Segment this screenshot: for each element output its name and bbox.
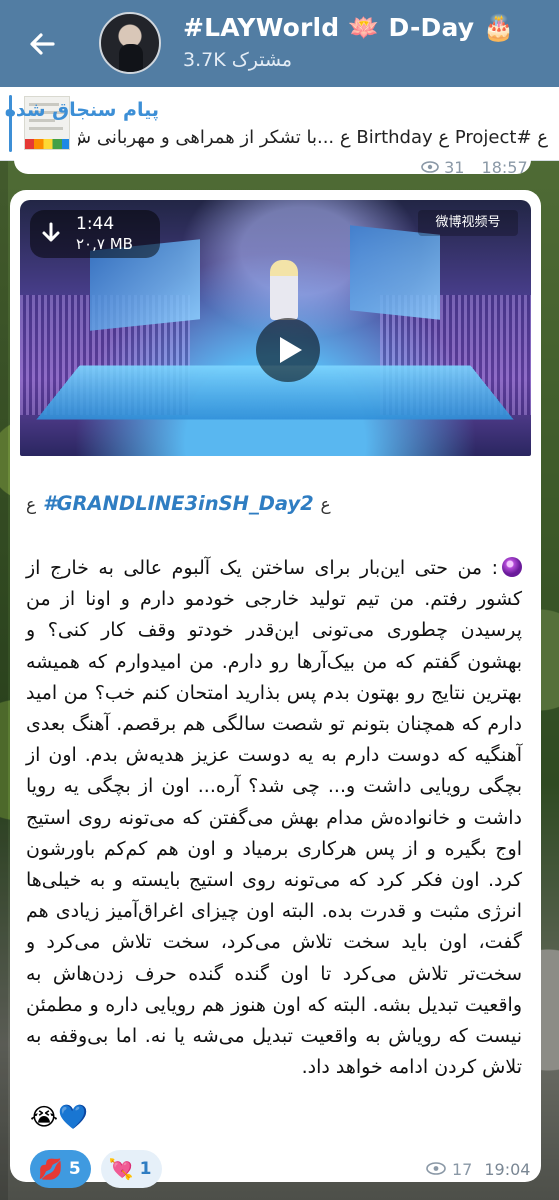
reaction-count: 1 — [139, 1159, 152, 1179]
closing-emojis-text: 😭💙 — [30, 1103, 88, 1131]
channel-title[interactable]: #LAYWorld 🪷 D-Day 🎂 — [183, 13, 515, 43]
closing-emojis: 😭💙 — [30, 1102, 88, 1132]
video-size: ۲۰,۷ MB — [76, 235, 133, 253]
video-thumbnail[interactable]: 微博视频号 1:44 ۲۰,۷ MB — [20, 200, 531, 456]
reaction-count: 5 — [68, 1159, 81, 1179]
previous-time: 18:57 — [481, 158, 528, 177]
previous-views: 31 — [444, 158, 465, 177]
reaction-heart-arrow[interactable]: 💘 1 — [100, 1150, 162, 1188]
views-eye-icon — [426, 1160, 446, 1179]
video-watermark: 微博视频号 — [418, 210, 518, 236]
hashtag-link[interactable]: #GRANDLINE3inSH_Day2 — [43, 492, 314, 515]
video-info-badge[interactable]: 1:44 ۲۰,۷ MB — [30, 210, 160, 258]
post-time: 19:04 — [484, 1160, 531, 1179]
crystal-ball-icon — [502, 557, 522, 577]
heart-arrow-icon: 💘 — [108, 1157, 134, 1181]
subscriber-count: 3.7K مشترک — [183, 49, 293, 71]
channel-header[interactable]: #LAYWorld 🪷 D-Day 🎂 3.7K مشترک — [0, 0, 559, 87]
pinned-message-bar[interactable]: پیام سنجاق شده ﻉ #Project ﻉ Birthday ﻉ .… — [0, 87, 559, 161]
channel-post-bubble[interactable]: 微博视频号 1:44 ۲۰,۷ MB ﻉ #GRANDLINE3inSH_Day… — [10, 190, 541, 1188]
views-eye-icon — [421, 158, 444, 177]
pinned-label: پیام سنجاق شده — [4, 99, 159, 121]
post-text: : من حتی این‌بار برای ساختن یک آلبوم عال… — [26, 553, 522, 1083]
hashtag-line: ﻉ #GRANDLINE3inSH_Day2 ﻉ — [26, 492, 331, 515]
scroll-rail — [0, 160, 8, 1200]
back-arrow-icon[interactable] — [22, 24, 62, 64]
kiss-mark-icon: 💋 — [38, 1157, 63, 1181]
reactions-bar: 💋 5 💘 1 — [30, 1150, 162, 1188]
video-duration: 1:44 — [76, 214, 115, 234]
performer-figure — [270, 260, 298, 320]
post-text-content: : من حتی این‌بار برای ساختن یک آلبوم عال… — [26, 557, 522, 1079]
channel-avatar[interactable] — [99, 12, 161, 74]
download-icon[interactable] — [38, 221, 64, 247]
post-views: 17 — [452, 1160, 473, 1179]
pinned-preview: ﻉ #Project ﻉ Birthday ﻉ ...با تشکر از هم… — [78, 127, 548, 148]
reaction-kiss[interactable]: 💋 5 — [30, 1150, 91, 1188]
previous-message-meta: 31 18:57 — [421, 158, 528, 177]
post-meta: 17 19:04 — [426, 1160, 530, 1179]
play-icon[interactable] — [256, 318, 320, 382]
